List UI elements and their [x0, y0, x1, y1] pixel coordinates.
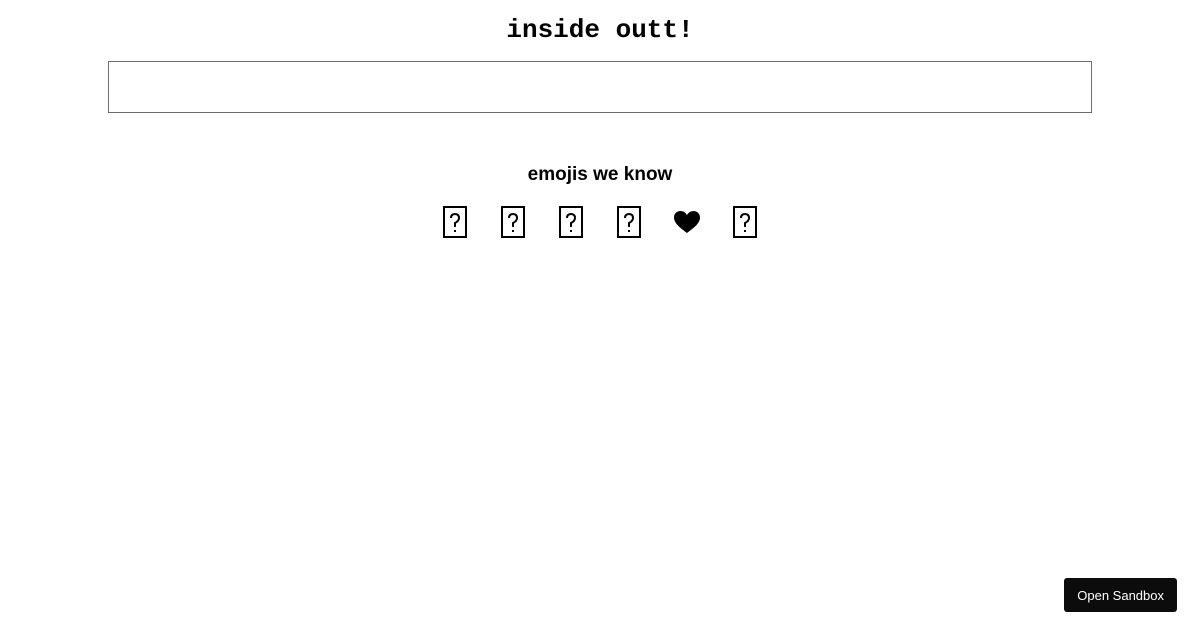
missing-glyph-icon[interactable]: [730, 205, 760, 239]
emoji-search-input[interactable]: [108, 61, 1092, 113]
heart-icon[interactable]: [672, 205, 702, 239]
open-sandbox-button[interactable]: Open Sandbox: [1064, 578, 1177, 612]
missing-glyph-icon[interactable]: [614, 205, 644, 239]
page: inside outt! emojis we know Open Sandbox: [0, 0, 1200, 630]
emoji-list: [0, 205, 1200, 239]
missing-glyph-icon[interactable]: [498, 205, 528, 239]
emojis-heading: emojis we know: [527, 164, 673, 185]
missing-glyph-icon[interactable]: [556, 205, 586, 239]
missing-glyph-icon[interactable]: [440, 205, 470, 239]
page-title: inside outt!: [506, 15, 694, 45]
